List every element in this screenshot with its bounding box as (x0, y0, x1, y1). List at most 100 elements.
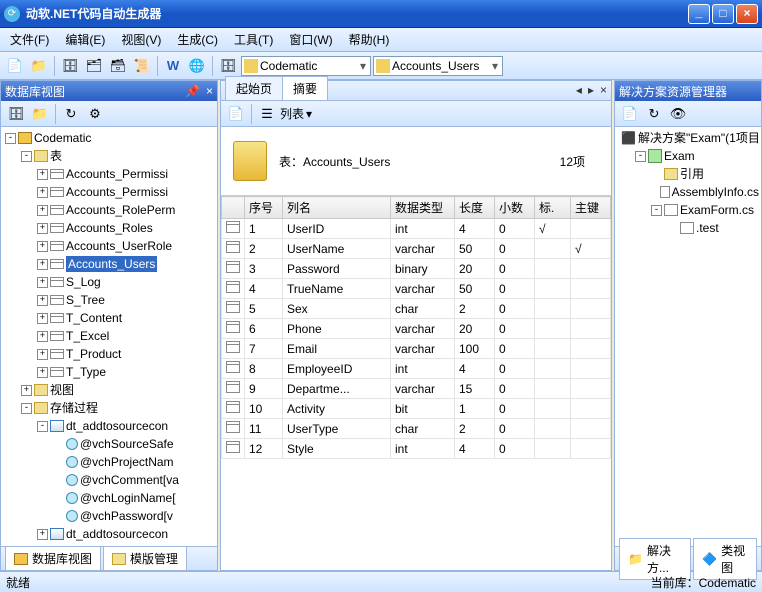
tree-table[interactable]: Accounts_Roles (66, 220, 153, 236)
tree-param[interactable]: @vchSourceSafe (80, 436, 174, 452)
menu-file[interactable]: 文件(F) (4, 29, 55, 50)
list-view-icon[interactable]: ☰ (256, 103, 278, 125)
tree-table[interactable]: T_Content (66, 310, 122, 326)
table-row[interactable]: 6Phonevarchar200 (222, 319, 611, 339)
tree-table[interactable]: Accounts_Permissi (66, 166, 168, 182)
tab-start-page[interactable]: 起始页 (225, 76, 283, 100)
tree-proc[interactable]: dt_adduserobject (66, 544, 158, 546)
columns-grid[interactable]: 序号 列名 数据类型 长度 小数 标. 主键 1UserIDint40√2Use… (221, 196, 611, 570)
expander[interactable]: + (37, 277, 48, 288)
tree-btn4[interactable]: ⚙ (84, 103, 106, 125)
tool-open[interactable]: 📁 (28, 55, 50, 77)
refs-node[interactable]: 引用 (680, 166, 704, 182)
tool-new[interactable]: 📄 (4, 55, 26, 77)
expander[interactable]: + (37, 295, 48, 306)
maximize-button[interactable]: □ (712, 4, 734, 24)
tree-table[interactable]: Accounts_UserRole (66, 238, 172, 254)
tree-param[interactable]: @vchPassword[v (80, 508, 173, 524)
table-row[interactable]: 3Passwordbinary200 (222, 259, 611, 279)
tree-param[interactable]: @vchComment[va (80, 472, 179, 488)
tree-proc[interactable]: dt_addtosourcecon (66, 418, 168, 434)
sol-refresh-icon[interactable]: ↻ (643, 103, 665, 125)
combo-database[interactable]: Codematic (241, 56, 371, 76)
expander[interactable]: - (651, 205, 662, 216)
tool-db1[interactable]: 🗄 (59, 55, 81, 77)
expander[interactable]: + (37, 205, 48, 216)
expander[interactable]: - (37, 421, 48, 432)
table-row[interactable]: 11UserTypechar20 (222, 419, 611, 439)
col-index[interactable]: 序号 (245, 197, 283, 219)
table-row[interactable]: 10Activitybit10 (222, 399, 611, 419)
sol-btn3[interactable]: 👁 (667, 103, 689, 125)
sol-btn1[interactable]: 📄 (619, 103, 641, 125)
tab-close-icon[interactable]: × (600, 83, 607, 97)
expander[interactable]: + (37, 223, 48, 234)
tab-template[interactable]: 模版管理 (103, 546, 187, 571)
tree-param[interactable]: @vchProjectNam (80, 454, 174, 470)
menu-help[interactable]: 帮助(H) (343, 29, 396, 50)
expander[interactable]: + (37, 187, 48, 198)
expander[interactable]: + (37, 529, 48, 540)
tool-db2[interactable]: 🗂 (83, 55, 105, 77)
tool-server-icon[interactable]: 🗄 (217, 55, 239, 77)
menu-window[interactable]: 窗口(W) (283, 29, 338, 50)
tool-db3[interactable]: 🗃 (107, 55, 129, 77)
col-dec[interactable]: 小数 (495, 197, 535, 219)
table-row[interactable]: 8EmployeeIDint40 (222, 359, 611, 379)
menu-edit[interactable]: 编辑(E) (59, 29, 111, 50)
menu-tools[interactable]: 工具(T) (228, 29, 279, 50)
file-node[interactable]: AssemblyInfo.cs (672, 184, 759, 200)
file-node[interactable]: ExamForm.cs (680, 202, 754, 218)
tab-nav-right-icon[interactable]: ▸ (588, 83, 594, 97)
tool-script[interactable]: 📜 (131, 55, 153, 77)
combo-table[interactable]: Accounts_Users (373, 56, 503, 76)
expander[interactable]: + (37, 313, 48, 324)
tree-table[interactable]: T_Excel (66, 328, 109, 344)
expander[interactable]: + (37, 349, 48, 360)
tool-web[interactable]: 🌐 (186, 55, 208, 77)
tree-table[interactable]: S_Log (66, 274, 101, 290)
expander[interactable]: - (635, 151, 646, 162)
menu-view[interactable]: 视图(V) (115, 29, 167, 50)
col-pk[interactable]: 主键 (571, 197, 611, 219)
expander[interactable]: + (21, 385, 32, 396)
expander[interactable]: - (5, 133, 16, 144)
dropdown-icon[interactable]: ▾ (306, 107, 312, 121)
close-button[interactable]: × (736, 4, 758, 24)
tree-table[interactable]: Accounts_Users (66, 256, 157, 272)
col-len[interactable]: 长度 (455, 197, 495, 219)
tree-proc[interactable]: dt_addtosourcecon (66, 526, 168, 542)
db-tree[interactable]: -Codematic -表 +Accounts_Permissi+Account… (1, 127, 217, 546)
tab-nav-left-icon[interactable]: ◂ (576, 83, 582, 97)
table-row[interactable]: 1UserIDint40√ (222, 219, 611, 239)
tree-tables-group[interactable]: 表 (50, 148, 62, 164)
menu-build[interactable]: 生成(C) (171, 29, 224, 50)
table-row[interactable]: 9Departme...varchar150 (222, 379, 611, 399)
tab-db-view[interactable]: 数据库视图 (5, 546, 101, 571)
tree-root[interactable]: Codematic (34, 130, 91, 146)
expander[interactable]: + (37, 259, 48, 270)
col-name[interactable]: 列名 (283, 197, 391, 219)
tree-param[interactable]: @vchLoginName[ (80, 490, 176, 506)
tree-procs-group[interactable]: 存储过程 (50, 400, 98, 416)
tool-word[interactable]: W (162, 55, 184, 77)
minimize-button[interactable]: _ (688, 4, 710, 24)
tree-table[interactable]: S_Tree (66, 292, 105, 308)
expander[interactable]: + (37, 367, 48, 378)
solution-node[interactable]: 解决方案"Exam"(1项目 (638, 130, 760, 146)
summary-btn1[interactable]: 📄 (225, 103, 247, 125)
col-ident[interactable]: 标. (535, 197, 571, 219)
project-node[interactable]: Exam (664, 148, 695, 164)
expander[interactable]: - (21, 151, 32, 162)
tab-summary[interactable]: 摘要 (282, 76, 328, 100)
tree-table[interactable]: T_Type (66, 364, 106, 380)
expander[interactable]: + (37, 169, 48, 180)
tree-btn2[interactable]: 📁 (29, 103, 51, 125)
tree-table[interactable]: Accounts_RolePerm (66, 202, 175, 218)
tree-btn1[interactable]: 🗄 (5, 103, 27, 125)
col-type[interactable]: 数据类型 (391, 197, 455, 219)
table-row[interactable]: 7Emailvarchar1000 (222, 339, 611, 359)
panel-close-icon[interactable]: × (206, 84, 213, 98)
solution-tree[interactable]: ⬛解决方案"Exam"(1项目 -Exam 引用 AssemblyInfo.cs… (615, 127, 761, 546)
table-row[interactable]: 5Sexchar20 (222, 299, 611, 319)
